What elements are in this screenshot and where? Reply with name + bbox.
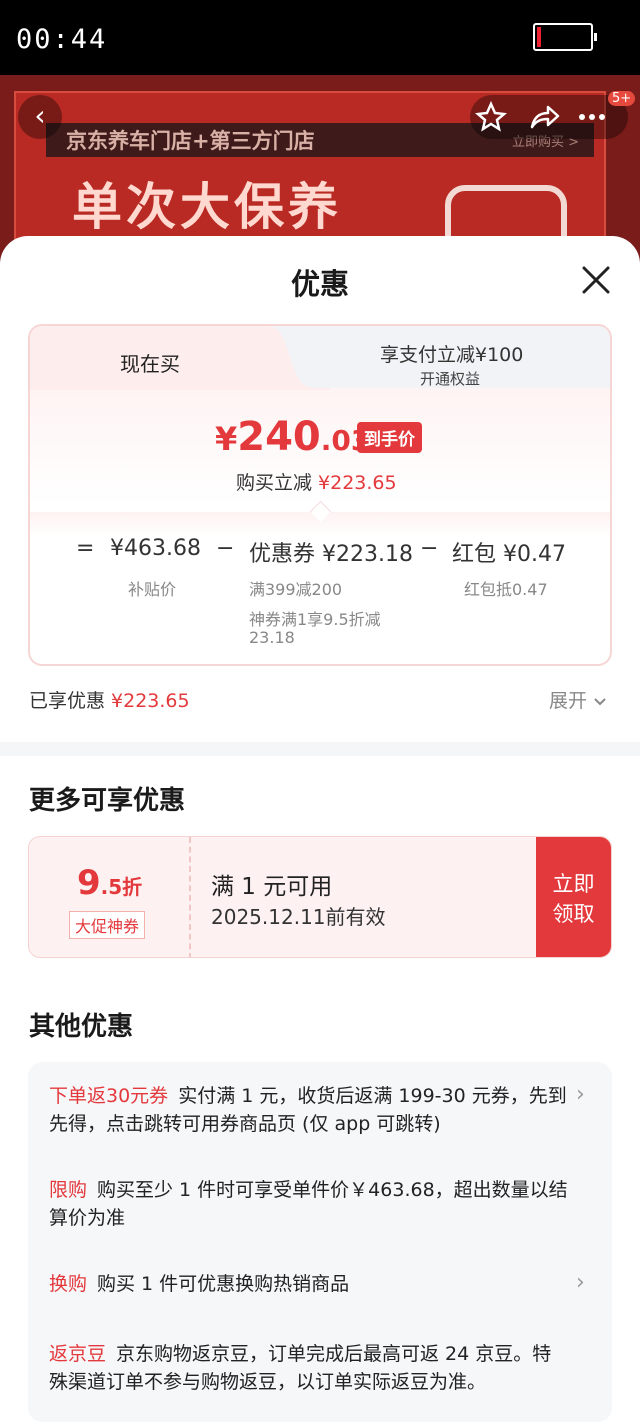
redpacket-amount: 红包 ¥0.47 bbox=[452, 542, 566, 567]
subsidy-price: ¥463.68 bbox=[110, 536, 201, 561]
redpacket-note: 红包抵0.47 bbox=[464, 580, 548, 599]
more-discounts-title: 更多可享优惠 bbox=[29, 786, 186, 816]
coupon-note: 满399减200 bbox=[249, 580, 343, 599]
favorite-icon[interactable] bbox=[473, 99, 509, 135]
message-count-badge: 5+ bbox=[608, 91, 636, 106]
other-discounts-list: 下单返30元券 实付满 1 元，收货后返满 199-30 元券，先到先得，点击跳转… bbox=[28, 1062, 612, 1422]
close-icon[interactable] bbox=[578, 262, 614, 298]
hero-banner-text: 京东养车门店+第三方门店 bbox=[66, 129, 315, 153]
coupon-condition: 满 1 元可用 bbox=[211, 874, 333, 900]
promo-item-exchange[interactable]: 换购 购买 1 件可优惠换购热销商品 bbox=[49, 1270, 569, 1298]
minus-sign: − bbox=[216, 536, 235, 561]
sheet-title: 优惠 bbox=[290, 267, 349, 301]
tab-now-bg bbox=[30, 326, 330, 390]
coupon-card: 9.5折 大促神券 满 1 元可用 2025.12.11前有效 立即 领取 bbox=[28, 836, 612, 958]
promo-item-limit: 限购 购买至少 1 件时可享受单件价￥463.68，超出数量以结算价为准 bbox=[49, 1179, 568, 1229]
status-bar: 00:44 bbox=[0, 0, 640, 75]
battery-icon bbox=[533, 23, 597, 51]
coupon-discount: 9.5折 bbox=[77, 863, 143, 903]
equals-sign: = bbox=[76, 536, 95, 561]
back-button[interactable]: ‹ bbox=[18, 95, 62, 139]
other-discounts-title: 其他优惠 bbox=[29, 1012, 134, 1042]
claim-coupon-button[interactable]: 立即 领取 bbox=[536, 837, 611, 957]
final-price: ¥240.03 bbox=[215, 414, 371, 460]
coupon-note: 神券满1享9.5折减 bbox=[249, 610, 381, 629]
coupon-amount: 优惠券 ¥223.18 bbox=[249, 542, 413, 567]
tab-buy-now[interactable]: 现在买 bbox=[120, 348, 180, 377]
coupon-validity: 2025.12.11前有效 bbox=[211, 905, 386, 929]
price-card: 现在买 享支付立减¥100 开通权益 ¥240.03 到手价 购买立减 ¥223.… bbox=[28, 324, 612, 666]
coupon-note: 23.18 bbox=[249, 628, 295, 647]
subsidy-label: 补贴价 bbox=[128, 580, 177, 599]
tab-pay-discount-label: 享支付立减¥100 bbox=[380, 344, 524, 366]
enjoyed-discount: 已享优惠 ¥223.65 bbox=[29, 690, 190, 712]
share-icon[interactable] bbox=[526, 99, 562, 135]
final-price-tag: 到手价 bbox=[357, 422, 422, 453]
promo-item-return-coupon[interactable]: 下单返30元券 实付满 1 元，收货后返满 199-30 元券，先到先得，点击跳转… bbox=[49, 1082, 569, 1138]
expand-button[interactable]: 展开 bbox=[549, 686, 607, 713]
status-time: 00:44 bbox=[16, 24, 108, 55]
hero-title: 单次大保养 bbox=[72, 178, 342, 236]
more-icon[interactable] bbox=[574, 99, 610, 135]
chevron-down-icon bbox=[594, 698, 606, 706]
minus-sign: − bbox=[420, 536, 439, 561]
tab-pay-discount-sub: 开通权益 bbox=[420, 370, 481, 388]
chevron-right-icon[interactable]: › bbox=[576, 1082, 585, 1107]
promo-item-jd-beans: 返京豆 京东购物返京豆，订单完成后最高可返 24 京豆。特殊渠道订单不参与购物返豆… bbox=[49, 1343, 552, 1393]
discount-sheet: 优惠 现在买 享支付立减¥100 开通权益 ¥240.03 到手价 购买立减 ¥2… bbox=[0, 236, 640, 1422]
chevron-right-icon[interactable]: › bbox=[576, 1270, 585, 1295]
purchase-reduction: 购买立减 ¥223.65 bbox=[236, 472, 397, 494]
coupon-tag: 大促神券 bbox=[69, 911, 146, 939]
